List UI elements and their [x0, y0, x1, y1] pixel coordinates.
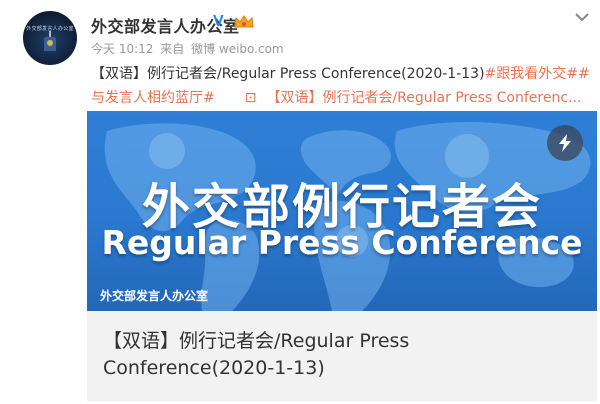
link-icon: ⊡ [244, 90, 257, 106]
post-meta: 今天 10:12 来自 微博 weibo.com [91, 40, 287, 57]
verified-icon[interactable]: V [213, 13, 229, 31]
post-time[interactable]: 今天 10:12 [91, 42, 153, 56]
lightning-icon [559, 134, 571, 152]
post-from-label: 来自 [160, 42, 185, 56]
crown-icon[interactable] [233, 13, 255, 31]
post-text: 【双语】例行记者会/Regular Press Conference(2020-… [91, 62, 596, 110]
banner-footer-label: 外交部发言人办公室 [100, 289, 209, 303]
article-link[interactable]: 【双语】例行记者会/Regular Press Conferenc... [266, 90, 581, 106]
podium-icon [44, 37, 56, 51]
article-banner[interactable]: 外交部例行记者会 Regular Press Conference 外交部发言人… [87, 111, 597, 311]
post-text-prefix: 【双语】例行记者会/Regular Press Conference(2020-… [91, 66, 485, 82]
banner-title-english: Regular Press Conference [101, 223, 583, 262]
avatar[interactable]: 外交部发言人办公室 [23, 11, 77, 65]
article-card-title[interactable]: 【双语】例行记者会/Regular Press Conference(2020-… [103, 328, 483, 382]
lightning-button[interactable] [547, 125, 583, 161]
chevron-down-icon[interactable] [574, 10, 590, 24]
article-card[interactable]: 外交部例行记者会 Regular Press Conference 外交部发言人… [87, 111, 597, 401]
post-source[interactable]: 微博 weibo.com [191, 42, 284, 56]
